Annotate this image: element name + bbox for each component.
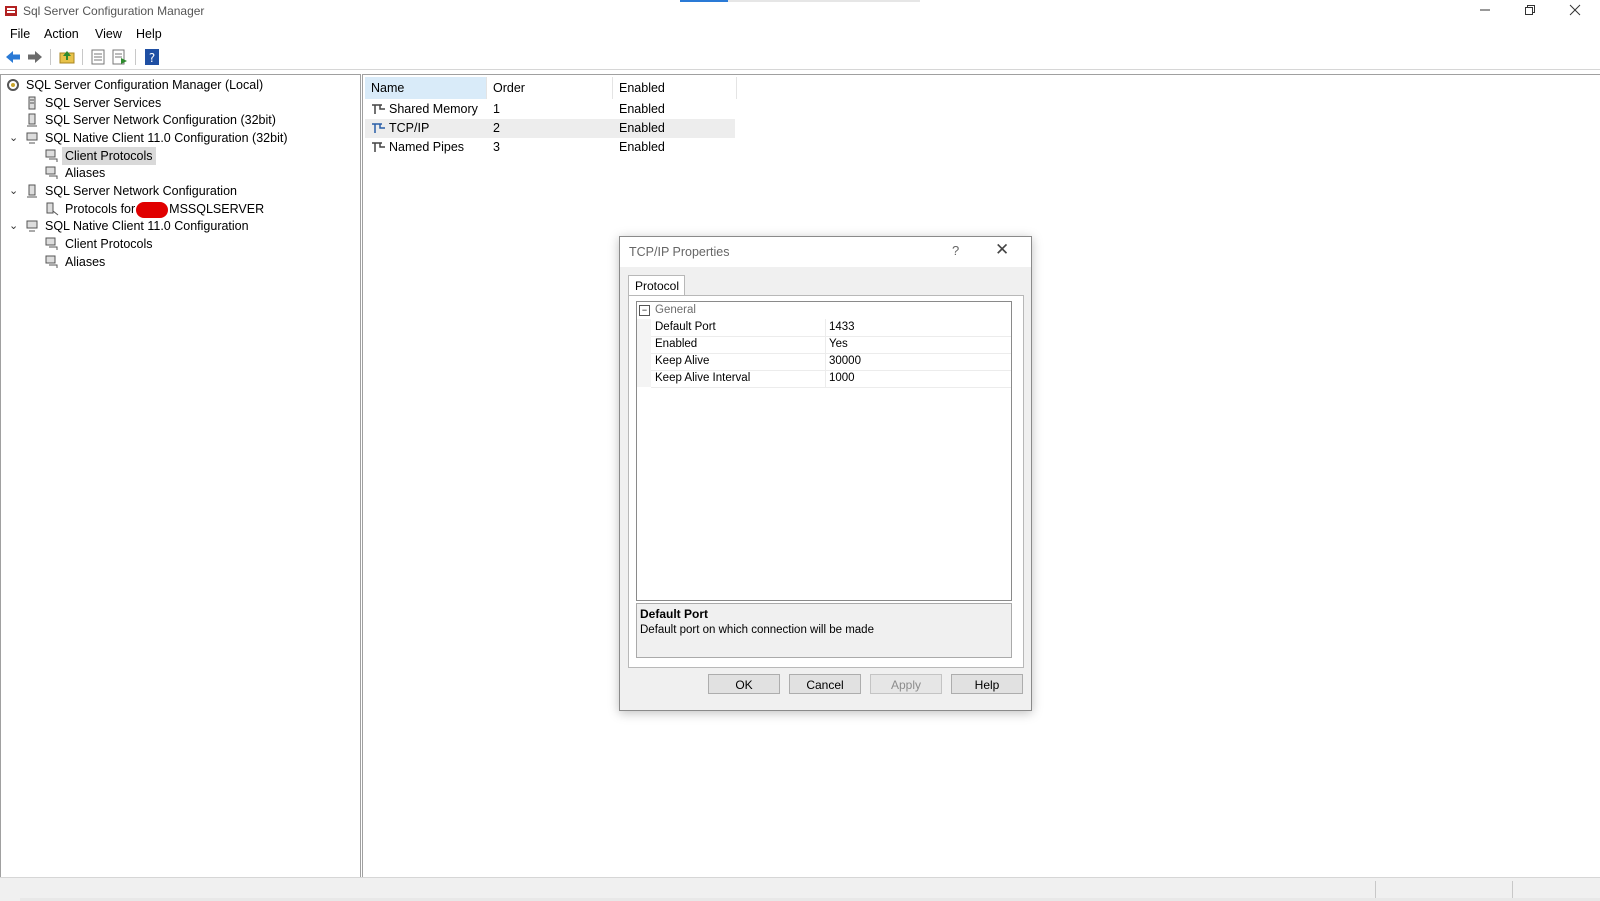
tab-body: − General Default Port 1433 Enabled Yes …: [628, 295, 1024, 668]
property-keep-alive-interval[interactable]: Keep Alive Interval 1000: [651, 370, 1011, 388]
title-accent-strip: [680, 0, 920, 2]
column-header-order[interactable]: Order: [487, 77, 613, 99]
toolbar-separator: [82, 49, 83, 65]
title-bar: Sql Server Configuration Manager: [0, 0, 1600, 24]
protocols-instance: MSSQLSERVER: [169, 202, 265, 216]
description-title: Default Port: [640, 607, 709, 621]
dialog-title: TCP/IP Properties: [629, 245, 730, 259]
dialog-help-icon[interactable]: ?: [952, 243, 959, 258]
apply-button[interactable]: Apply: [870, 674, 942, 694]
window-title: Sql Server Configuration Manager: [23, 4, 205, 18]
menu-help[interactable]: Help: [136, 27, 162, 41]
list-row-shared-memory[interactable]: Shared Memory 1 Enabled: [365, 100, 735, 119]
ok-button[interactable]: OK: [708, 674, 780, 694]
status-separator: [1375, 881, 1376, 898]
property-default-port[interactable]: Default Port 1433: [651, 319, 1011, 337]
protocol-icon: [372, 123, 385, 133]
forward-arrow-icon[interactable]: [26, 48, 44, 66]
column-header-enabled[interactable]: Enabled: [613, 77, 737, 99]
sql-server-app-icon: [5, 6, 17, 16]
close-button[interactable]: [1552, 0, 1598, 24]
client-protocols-icon: [45, 149, 58, 162]
property-enabled[interactable]: Enabled Yes: [651, 336, 1011, 354]
list-row-named-pipes[interactable]: Named Pipes 3 Enabled: [365, 138, 735, 157]
column-header-name[interactable]: Name: [365, 77, 487, 99]
properties-icon[interactable]: [89, 48, 107, 66]
cancel-button[interactable]: Cancel: [789, 674, 861, 694]
protocols-prefix: Protocols for: [65, 202, 136, 216]
menu-action[interactable]: Action: [44, 27, 79, 41]
export-list-icon[interactable]: [111, 48, 129, 66]
toolbar-separator: [50, 49, 51, 65]
aliases-icon: [45, 255, 58, 268]
help-icon[interactable]: ?: [143, 48, 161, 66]
native-client-icon: [26, 220, 38, 232]
menu-file[interactable]: File: [10, 27, 30, 41]
back-arrow-icon[interactable]: [4, 48, 22, 66]
up-folder-icon[interactable]: [58, 48, 76, 66]
server-icon: [28, 96, 36, 110]
tcpip-properties-dialog: TCP/IP Properties ? ✕ Protocol − General…: [619, 236, 1032, 711]
client-protocols-icon: [45, 237, 58, 250]
grid-gutter: [637, 319, 651, 387]
dialog-title-bar: TCP/IP Properties ? ✕: [620, 237, 1031, 267]
toolbar: ?: [0, 45, 1600, 70]
toolbar-separator: [135, 49, 136, 65]
property-description: Default Port Default port on which conne…: [636, 603, 1012, 658]
category-general: − General: [637, 302, 1011, 319]
redaction-mark: [136, 201, 169, 218]
console-tree: SQL Server Configuration Manager (Local)…: [0, 74, 361, 878]
protocols-icon: [46, 202, 59, 216]
config-manager-icon: [7, 79, 19, 91]
menu-view[interactable]: View: [95, 27, 122, 41]
minimize-icon: [1480, 9, 1490, 11]
category-label: General: [655, 304, 696, 316]
restore-button[interactable]: [1507, 0, 1553, 24]
network-config-icon: [27, 113, 37, 127]
property-keep-alive[interactable]: Keep Alive 30000: [651, 353, 1011, 371]
chevron-down-icon[interactable]: ⌄: [9, 217, 21, 235]
protocol-icon: [372, 142, 385, 152]
chevron-down-icon[interactable]: ⌄: [9, 129, 21, 147]
chevron-down-icon[interactable]: ⌄: [9, 182, 21, 200]
status-bar: [0, 877, 1600, 901]
protocol-icon: [372, 104, 385, 114]
minimize-button[interactable]: [1462, 0, 1508, 24]
aliases-icon: [45, 166, 58, 179]
property-grid: − General Default Port 1433 Enabled Yes …: [636, 301, 1012, 601]
collapse-icon[interactable]: −: [639, 305, 650, 316]
menu-bar: File Action View Help: [0, 24, 1600, 44]
close-icon: [1569, 4, 1581, 16]
help-button[interactable]: Help: [951, 674, 1023, 694]
list-row-tcp-ip[interactable]: TCP/IP 2 Enabled: [365, 119, 735, 138]
restore-icon: [1525, 5, 1535, 15]
tab-protocol[interactable]: Protocol: [628, 275, 685, 295]
network-config-icon: [27, 184, 37, 198]
dialog-close-icon[interactable]: ✕: [995, 240, 1009, 260]
status-separator: [1512, 881, 1513, 898]
description-text: Default port on which connection will be…: [640, 624, 874, 636]
svg-text:?: ?: [149, 51, 155, 65]
native-client-icon: [26, 132, 38, 144]
